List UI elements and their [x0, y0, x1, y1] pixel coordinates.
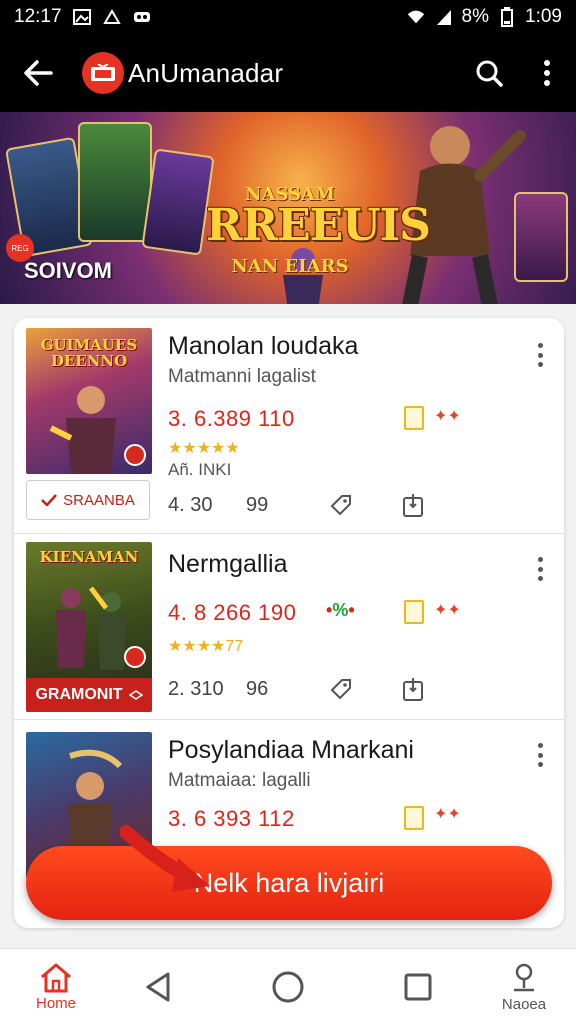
- item-subtitle: Matmaiaa: lagalli: [168, 770, 311, 791]
- discount-icon: •%•: [326, 600, 355, 620]
- square-recents-icon: [404, 973, 432, 1001]
- wifi-icon: [406, 8, 426, 26]
- thumbnail-badge: [124, 646, 146, 668]
- item-subtitle: Matmanni lagalist: [168, 366, 316, 387]
- overflow-menu-button[interactable]: [518, 34, 576, 112]
- banner-title: RREEUIS: [206, 200, 431, 251]
- thumbnail-footer: GRAMONIT: [26, 678, 152, 712]
- check-icon: [41, 494, 58, 506]
- triangle-back-icon: [146, 972, 170, 1002]
- nav-location[interactable]: Naoea: [488, 949, 560, 1024]
- banner-card-2: [78, 122, 152, 242]
- app-root: 12:17 8% 1:09 AnUmanadar REG NASSAM RREE…: [0, 0, 576, 1024]
- item-stat-2: 96: [246, 678, 269, 700]
- more-options-button[interactable]: [530, 740, 550, 770]
- status-time: 12:17: [14, 6, 62, 27]
- download-box-icon: [403, 678, 423, 701]
- document-icon: [404, 806, 424, 830]
- arrow-left-icon: [24, 60, 53, 86]
- install-action-button[interactable]: [398, 674, 428, 704]
- list-item[interactable]: KIENAMAN GRAMONIT Nermgallia 4. 8 266 19…: [14, 534, 564, 720]
- home-icon: [41, 963, 71, 992]
- item-stat-2: 99: [246, 494, 269, 516]
- circle-home-icon: [272, 971, 304, 1003]
- primary-action-label: Nelk hara livjairi: [193, 867, 385, 898]
- banner-subtitle: NAN EIARS: [231, 256, 349, 277]
- tag-button[interactable]: SRAANBA: [26, 480, 150, 520]
- item-stat-1: 2. 310: [168, 678, 224, 700]
- item-stat-1: 4. 30: [168, 494, 213, 516]
- thumbnail-footer-label: GRAMONIT: [35, 686, 123, 703]
- bottom-navigation: Home Naoea: [0, 948, 576, 1024]
- tag-button-label: SRAANBA: [63, 491, 135, 509]
- signal-icon: [434, 8, 454, 26]
- item-rating: ★★★★77: [168, 636, 243, 656]
- app-bar-actions: [460, 34, 576, 112]
- banner-label: SOIVOM: [24, 258, 113, 283]
- nav-home[interactable]: Home: [20, 949, 92, 1024]
- thumbnail-hero: [49, 386, 116, 474]
- search-button[interactable]: [460, 34, 518, 112]
- item-rating: ★★★★★: [168, 440, 240, 457]
- item-title: Manolan loudaka: [168, 332, 359, 360]
- more-options-button[interactable]: [530, 554, 550, 584]
- status-left: 12:17: [14, 6, 152, 28]
- more-options-button[interactable]: [530, 340, 550, 370]
- thumbnail-badge: [124, 444, 146, 466]
- location-pin-icon: [514, 963, 534, 991]
- item-title: Nermgallia: [168, 550, 288, 578]
- back-button[interactable]: [0, 34, 76, 112]
- app-title: AnUmanadar: [128, 57, 284, 88]
- primary-action-button[interactable]: Nelk hara livjairi: [26, 846, 552, 920]
- status-clock: 1:09: [525, 6, 562, 27]
- app-bar: AnUmanadar: [0, 34, 576, 112]
- nav-back[interactable]: [132, 949, 184, 1024]
- status-right: 8% 1:09: [406, 6, 562, 28]
- nav-recents[interactable]: [392, 949, 444, 1024]
- document-icon: [404, 406, 424, 430]
- spark-icon: ✦✦: [434, 408, 461, 425]
- battery-icon: [497, 7, 517, 27]
- nav-home-label: Home: [35, 994, 76, 1012]
- tag-action-button[interactable]: [326, 674, 356, 704]
- chevron-icon: [128, 690, 143, 700]
- game-list: GUIMAUES DEENNO Manolan loudaka Matmanni…: [14, 318, 564, 928]
- spark-icon: ✦✦: [434, 806, 461, 823]
- thumbnail-title: KIENAMAN: [39, 548, 139, 566]
- tag-icon: [330, 495, 351, 516]
- install-action-button[interactable]: [398, 490, 428, 520]
- document-icon: [404, 600, 424, 624]
- list-item[interactable]: GUIMAUES DEENNO Manolan loudaka Matmanni…: [14, 318, 564, 534]
- item-price: 4. 8 266 190: [168, 600, 297, 625]
- app-logo: [82, 52, 124, 94]
- download-box-icon: [403, 494, 423, 517]
- search-icon: [476, 60, 503, 87]
- photos-icon: [102, 8, 122, 26]
- status-bar: 12:17 8% 1:09: [0, 0, 576, 34]
- thumbnail-title: GUIMAUES DEENNO: [40, 336, 138, 370]
- tv-logo-icon: [91, 64, 115, 81]
- nav-home-circle[interactable]: [262, 949, 314, 1024]
- tag-icon: [330, 679, 351, 700]
- item-price: 3. 6.389 110: [168, 406, 295, 431]
- item-price: 3. 6 393 112: [168, 806, 295, 831]
- rating-count: 77: [225, 638, 244, 655]
- battery-percent: 8%: [461, 6, 490, 27]
- game-thumbnail: KIENAMAN GRAMONIT: [26, 542, 152, 712]
- rating-stars: ★★★★: [168, 638, 226, 655]
- nav-location-label: Naoea: [501, 995, 547, 1013]
- game-icon: [132, 8, 152, 26]
- tag-action-button[interactable]: [326, 490, 356, 520]
- banner-card-3: [141, 148, 215, 256]
- item-meta: Añ. INKI: [168, 460, 232, 479]
- more-vert-icon: [544, 60, 550, 86]
- game-thumbnail: GUIMAUES DEENNO: [26, 328, 152, 474]
- image-icon: [72, 8, 92, 26]
- spark-icon: ✦✦: [434, 602, 461, 619]
- item-title: Posylandiaa Mnarkani: [168, 736, 414, 764]
